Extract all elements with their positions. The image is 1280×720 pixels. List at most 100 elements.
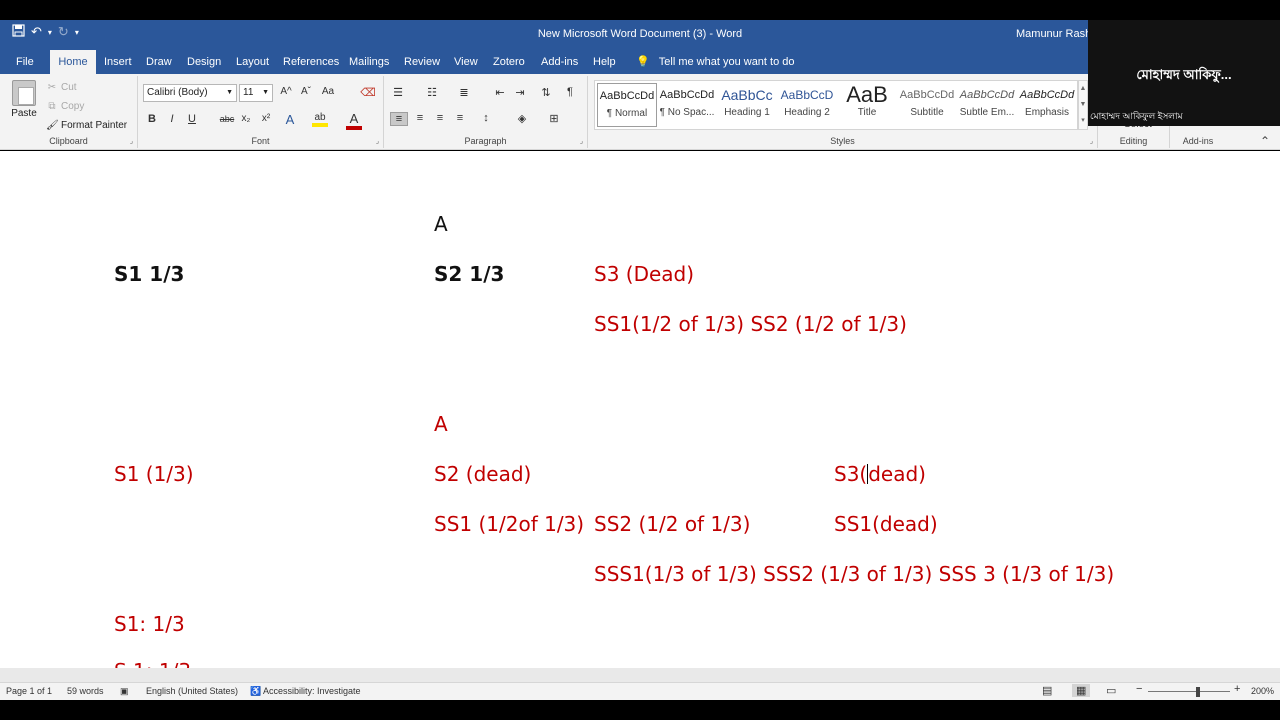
subscript-button[interactable]: x₂ — [238, 113, 254, 124]
change-case-button[interactable]: Aa — [320, 86, 336, 97]
tab-view[interactable]: View — [446, 50, 486, 74]
tab-file[interactable]: File — [8, 50, 42, 74]
tab-help[interactable]: Help — [585, 50, 624, 74]
word-count[interactable]: 59 words — [67, 686, 104, 696]
read-mode-icon[interactable]: ▤ — [1042, 684, 1052, 697]
copy-button[interactable]: ⧉ Copy — [46, 101, 84, 112]
styles-scroll[interactable]: ▲ ▼ ▾ — [1078, 80, 1088, 130]
style-emphasis[interactable]: AaBbCcDd Emphasis — [1017, 83, 1077, 127]
video-call-overlay: মোহাম্মদ আকিফু... মোহাম্মদ আকিফুল ইসলাম — [1088, 20, 1280, 126]
more-styles-icon[interactable]: ▾ — [1079, 113, 1087, 129]
style-preview: AaBbCcDd — [959, 89, 1015, 101]
style-no-spacing[interactable]: AaBbCcDd ¶ No Spac... — [657, 83, 717, 127]
style-heading-1[interactable]: AaBbCc Heading 1 — [717, 83, 777, 127]
style-name: Title — [857, 107, 877, 118]
style-preview: AaBbCc — [721, 87, 773, 103]
scissors-icon: ✂ — [47, 82, 57, 93]
chevron-up-icon[interactable]: ▲ — [1079, 81, 1087, 97]
doc-heading-a-2: A — [434, 412, 448, 436]
tab-layout[interactable]: Layout — [228, 50, 277, 74]
align-center-icon[interactable]: ≡ — [412, 112, 428, 124]
tab-zotero[interactable]: Zotero — [485, 50, 533, 74]
clear-formatting-icon[interactable]: ⌫ — [360, 86, 376, 99]
shading-icon[interactable]: ◈ — [514, 112, 530, 125]
paste-button[interactable]: Paste — [8, 80, 40, 119]
dialog-launcher-icon[interactable]: ⌟ — [376, 137, 379, 145]
sort-icon[interactable]: ⇅ — [538, 86, 554, 99]
collapse-ribbon-icon[interactable]: ⌃ — [1260, 134, 1270, 148]
document-bottom-gap — [0, 668, 1280, 682]
accessibility-status[interactable]: Accessibility: Investigate — [263, 686, 361, 696]
borders-icon[interactable]: ⊞ — [546, 112, 562, 125]
tab-insert[interactable]: Insert — [96, 50, 140, 74]
doc-s3-dead: S3 (Dead) — [594, 262, 695, 286]
decrease-indent-icon[interactable]: ⇤ — [492, 86, 508, 99]
strikethrough-button[interactable]: abc — [216, 114, 238, 124]
font-size-combobox[interactable]: 11 ▼ — [239, 84, 273, 102]
style-title[interactable]: AaB Title — [837, 83, 897, 127]
screen-bottom-bar — [0, 700, 1280, 720]
proofing-icon[interactable]: ▣ — [120, 686, 129, 697]
chevron-down-icon: ▼ — [226, 89, 233, 96]
style-subtitle[interactable]: AaBbCcDd Subtitle — [897, 83, 957, 127]
web-layout-icon[interactable]: ▭ — [1106, 684, 1116, 697]
align-left-icon[interactable]: ≡ — [390, 112, 408, 126]
document-page[interactable]: A S1 1/3 S2 1/3 S3 (Dead) SS1(1/2 of 1/3… — [0, 151, 1280, 668]
style-preview: AaBbCcDd — [1019, 89, 1075, 101]
dialog-launcher-icon[interactable]: ⌟ — [580, 137, 583, 145]
grow-font-button[interactable]: A^ — [278, 86, 294, 97]
page-count[interactable]: Page 1 of 1 — [6, 686, 52, 696]
zoom-level[interactable]: 200% — [1251, 686, 1274, 696]
bullets-icon[interactable]: ☰ — [390, 86, 406, 99]
shrink-font-button[interactable]: Aˇ — [298, 86, 314, 97]
tab-design[interactable]: Design — [179, 50, 229, 74]
increase-indent-icon[interactable]: ⇥ — [512, 86, 528, 99]
style-subtle-emphasis[interactable]: AaBbCcDd Subtle Em... — [957, 83, 1017, 127]
addins-group-label: Add-ins — [1182, 136, 1214, 146]
zoom-out-icon[interactable]: − — [1136, 683, 1142, 695]
print-layout-icon[interactable]: ▦ — [1072, 684, 1091, 697]
style-name: Subtitle — [910, 107, 944, 118]
text-effects-button[interactable]: A — [282, 112, 298, 127]
dialog-launcher-icon[interactable]: ⌟ — [1090, 137, 1093, 145]
tab-home[interactable]: Home — [50, 50, 96, 74]
tab-draw[interactable]: Draw — [138, 50, 180, 74]
italic-button[interactable]: I — [164, 113, 180, 125]
font-color-button[interactable]: A — [346, 111, 362, 130]
font-name-combobox[interactable]: Calibri (Body) ▼ — [143, 84, 237, 102]
align-right-icon[interactable]: ≡ — [432, 112, 448, 124]
tab-mailings[interactable]: Mailings — [341, 50, 397, 74]
line-spacing-icon[interactable]: ↕ — [478, 112, 494, 124]
format-painter-button[interactable]: 🖌 Format Painter — [46, 120, 127, 131]
tab-review[interactable]: Review — [396, 50, 448, 74]
doc-ss1-dead: SS1(dead) — [834, 512, 938, 536]
underline-button[interactable]: U — [184, 113, 200, 125]
style-heading-2[interactable]: AaBbCcD Heading 2 — [777, 83, 837, 127]
language[interactable]: English (United States) — [146, 686, 238, 696]
tab-addins[interactable]: Add-ins — [533, 50, 586, 74]
font-group-label: Font — [251, 136, 270, 146]
chevron-down-icon[interactable]: ▼ — [1079, 97, 1087, 113]
multilevel-list-icon[interactable]: ≣ — [456, 86, 472, 99]
accessibility-icon[interactable]: ♿ — [250, 686, 261, 697]
superscript-button[interactable]: x² — [258, 113, 274, 124]
cut-button[interactable]: ✂ Cut — [46, 82, 77, 93]
highlight-button[interactable]: ab — [312, 112, 328, 127]
zoom-slider-thumb[interactable] — [1196, 687, 1200, 697]
dialog-launcher-icon[interactable]: ⌟ — [130, 137, 133, 145]
doc-ss2-half: SS2 (1/2 of 1/3) — [594, 512, 751, 536]
tab-references[interactable]: References — [275, 50, 347, 74]
bold-button[interactable]: B — [144, 113, 160, 125]
tell-me-search[interactable]: 💡 Tell me what you want to do — [636, 50, 795, 74]
doc-s1-colon: S1: 1/3 — [114, 612, 185, 636]
zoom-in-icon[interactable]: + — [1234, 683, 1240, 695]
editing-group-label: Editing — [1119, 136, 1148, 146]
tell-me-label: Tell me what you want to do — [658, 56, 795, 68]
numbering-icon[interactable]: ☷ — [424, 86, 440, 99]
style-normal[interactable]: AaBbCcDd ¶ Normal — [597, 83, 657, 127]
styles-gallery: AaBbCcDd ¶ Normal AaBbCcDd ¶ No Spac... … — [594, 80, 1078, 130]
zoom-slider[interactable] — [1148, 691, 1230, 692]
justify-icon[interactable]: ≡ — [452, 112, 468, 124]
show-formatting-marks-icon[interactable]: ¶ — [562, 86, 578, 98]
screen-top-bar — [0, 0, 1280, 20]
